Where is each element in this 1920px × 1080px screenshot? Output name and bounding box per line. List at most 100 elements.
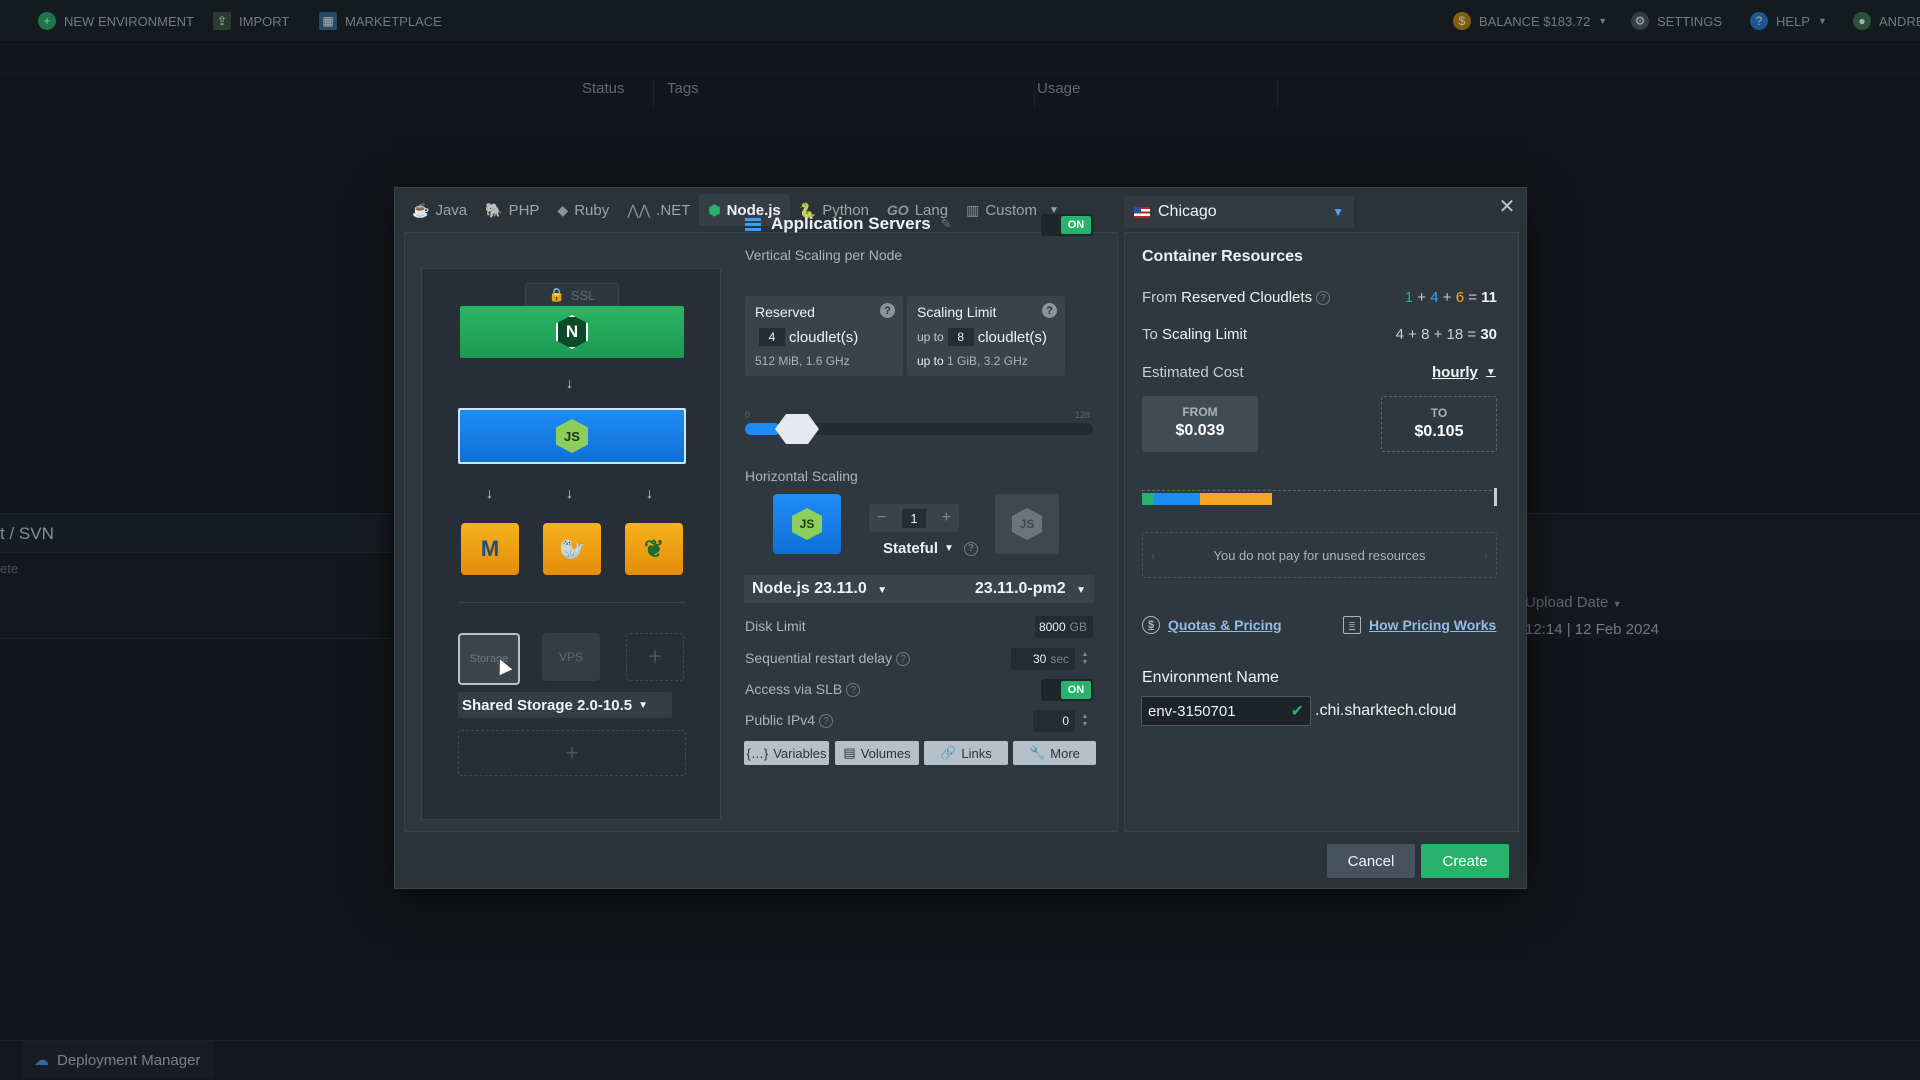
help-icon[interactable]: ? (963, 541, 978, 556)
tab-ruby[interactable]: ◆ Ruby (548, 194, 618, 226)
disk-limit-label: Disk Limit (745, 618, 806, 634)
reserved-cloudlets-row: From Reserved Cloudlets? 1 + 4 + 6 = 11 (1142, 289, 1497, 306)
estimated-cost-label: Estimated Cost (1142, 364, 1244, 381)
cost-segment-green (1142, 493, 1154, 505)
restart-delay-label: Sequential restart delay? (745, 650, 911, 667)
quotas-pricing-link[interactable]: $ Quotas & Pricing (1142, 616, 1282, 634)
pencil-icon[interactable]: ✎ (941, 216, 952, 232)
engine-version-select[interactable]: 23.11.0-pm2 ▼ (975, 580, 1086, 598)
menu-icon[interactable] (745, 217, 761, 231)
help-icon[interactable]: ? (880, 303, 895, 318)
slb-access-label: Access via SLB? (745, 681, 861, 698)
plus-icon[interactable]: + (942, 509, 951, 527)
mariadb-icon[interactable]: 🦭 (543, 523, 601, 575)
container-resources-title: Container Resources (1142, 248, 1303, 265)
cost-segment-orange (1200, 493, 1272, 505)
app-servers-header: Application Servers ✎ (745, 214, 952, 234)
ssl-toggle[interactable]: 🔒 SSL (525, 283, 619, 307)
nodejs-icon: JS (792, 508, 822, 540)
cancel-button[interactable]: Cancel (1327, 844, 1415, 878)
divider (458, 602, 686, 603)
chevron-down-icon: ▼ (638, 699, 648, 711)
cost-period-select[interactable]: hourly ▼ (1432, 364, 1496, 381)
lock-icon: 🔒 (548, 287, 565, 302)
load-balancer-nginx[interactable]: N (460, 306, 684, 358)
variables-icon: {…} (746, 745, 769, 761)
storage-version-select[interactable]: Shared Storage 2.0-10.5 ▼ (458, 692, 672, 718)
cost-range-bar (1142, 488, 1497, 506)
tab-php[interactable]: 🐘 PHP (476, 194, 548, 226)
tab-dotnet[interactable]: ⋀⋀ .NET (618, 194, 699, 226)
nodejs-icon: JS (1012, 508, 1042, 540)
add-node-button[interactable]: + (626, 633, 684, 681)
link-icon: 🔗 (940, 745, 957, 760)
public-ipv4-label: Public IPv4? (745, 712, 834, 729)
help-icon[interactable]: ? (1316, 291, 1331, 306)
checkmark-icon: ✔ (1290, 703, 1304, 720)
engine-version-bar: Node.js 23.11.0 ▼ 23.11.0-pm2 ▼ (744, 575, 1094, 603)
domain-suffix: .chi.sharktech.cloud (1315, 702, 1457, 719)
help-icon: ? (896, 652, 911, 667)
public-ipv4-spinner[interactable]: ▲ ▼ (1079, 710, 1091, 732)
app-server-nodejs[interactable]: JS (458, 408, 686, 464)
unused-resources-note: ‹ You do not pay for unused resources › (1142, 532, 1497, 578)
node-count-value[interactable]: 1 (902, 508, 926, 528)
chevron-right-icon[interactable]: › (1484, 548, 1488, 563)
java-icon: ☕ (412, 201, 430, 218)
us-flag-icon (1134, 206, 1150, 218)
scaling-limit-sum: 4 + 8 + 18 = 30 (1395, 326, 1497, 343)
cloudlet-slider[interactable] (745, 414, 1093, 444)
reserved-cloudlets-input[interactable]: 4 (759, 328, 785, 346)
links-button[interactable]: 🔗 Links (924, 741, 1008, 765)
slb-toggle[interactable]: ON (1041, 679, 1093, 701)
public-ipv4-input[interactable]: 0 (1033, 710, 1075, 732)
scaling-mode-select[interactable]: Stateful ▼ ? (883, 540, 978, 557)
new-environment-dialog: ☕ Java 🐘 PHP ◆ Ruby ⋀⋀ .NET ⬢ Node.js 🐍 Python… (394, 187, 1527, 889)
more-button[interactable]: 🔧 More (1013, 741, 1096, 765)
cost-from-box: FROM $0.039 (1142, 396, 1258, 452)
mysql-icon[interactable]: M (461, 523, 519, 575)
scaling-limit-input[interactable]: 8 (947, 328, 974, 346)
disk-limit-input[interactable]: 8000 GB (1035, 616, 1093, 638)
ruby-icon: ◆ (557, 201, 569, 218)
cost-segment-blue (1154, 493, 1200, 505)
horizontal-scaling-label: Horizontal Scaling (745, 468, 858, 484)
scaling-limit-box: Scaling Limit ? up to 8 cloudlet(s) up t… (907, 296, 1065, 376)
app-servers-toggle[interactable]: ON (1041, 214, 1093, 236)
environment-name-input[interactable]: env-3150701 ✔ (1141, 696, 1311, 726)
volumes-button[interactable]: ▤ Volumes (835, 741, 919, 765)
create-button[interactable]: Create (1421, 844, 1509, 878)
arrow-down-icon: ↓ (566, 375, 573, 391)
added-node-placeholder: JS (995, 494, 1059, 554)
help-icon[interactable]: ? (1042, 303, 1057, 318)
help-icon: ? (846, 683, 861, 698)
add-layer-button[interactable]: + (458, 730, 686, 776)
restart-delay-input[interactable]: 30 sec (1011, 648, 1075, 670)
nodejs-icon: JS (556, 419, 588, 453)
reserved-cloudlets-sum: 1 + 4 + 6 = 11 (1404, 289, 1497, 306)
tab-java[interactable]: ☕ Java (403, 194, 476, 226)
slider-min-label: 0 (745, 410, 751, 420)
node-count-stepper[interactable]: − 1 + (869, 504, 959, 532)
cost-to-box: TO $0.105 (1381, 396, 1497, 452)
environment-name-label: Environment Name (1142, 669, 1279, 686)
mongodb-icon[interactable]: ❦ (625, 523, 683, 575)
reserved-cloudlets-box: Reserved ? 4 cloudlet(s) 512 MiB, 1.6 GH… (745, 296, 903, 376)
document-icon: ≡ (1343, 616, 1361, 634)
vertical-scaling-label: Vertical Scaling per Node (745, 247, 903, 263)
close-icon[interactable]: ✕ (1496, 196, 1518, 218)
nginx-icon: N (556, 315, 588, 349)
variables-button[interactable]: {…} Variables (744, 741, 829, 765)
storage-button[interactable]: Storage (458, 633, 520, 685)
region-select[interactable]: Chicago ▼ (1124, 196, 1354, 228)
chevron-down-icon: ▼ (1485, 367, 1496, 378)
chevron-left-icon[interactable]: ‹ (1151, 548, 1155, 563)
vps-button[interactable]: VPS (542, 633, 600, 681)
minus-icon[interactable]: − (877, 509, 886, 527)
how-pricing-works-link[interactable]: ≡ How Pricing Works (1343, 616, 1496, 634)
engine-select[interactable]: Node.js 23.11.0 ▼ (752, 580, 887, 598)
restart-delay-spinner[interactable]: ▲ ▼ (1079, 648, 1091, 670)
dotnet-icon: ⋀⋀ (627, 201, 651, 218)
custom-icon: ▥ (966, 201, 980, 218)
scaling-limit-row: To Scaling Limit 4 + 8 + 18 = 30 (1142, 326, 1497, 343)
